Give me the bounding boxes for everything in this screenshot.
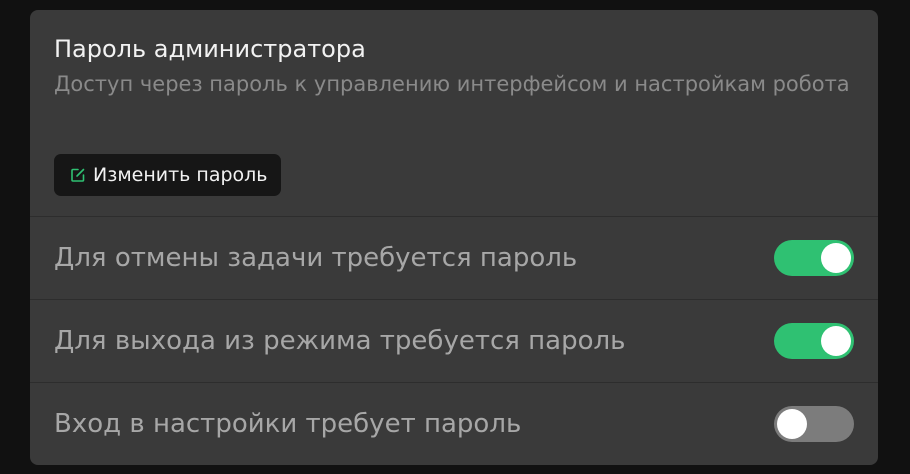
card-description: Доступ через пароль к управлению интерфе… (54, 72, 850, 96)
admin-password-card: Пароль администратора Доступ через парол… (30, 10, 878, 465)
toggle-knob (821, 243, 851, 273)
toggle-knob (777, 409, 807, 439)
setting-row-cancel-task: Для отмены задачи требуется пароль (30, 216, 878, 299)
setting-label: Для отмены задачи требуется пароль (54, 243, 578, 273)
card-title: Пароль администратора (54, 35, 366, 63)
setting-label: Для выхода из режима требуется пароль (54, 326, 626, 356)
toggle-knob (821, 326, 851, 356)
exit-mode-password-toggle[interactable] (774, 323, 854, 359)
setting-row-exit-mode: Для выхода из режима требуется пароль (30, 299, 878, 382)
card-header: Пароль администратора Доступ через парол… (54, 32, 854, 101)
change-password-button[interactable]: Изменить пароль (54, 154, 281, 196)
cancel-task-password-toggle[interactable] (774, 240, 854, 276)
change-password-label: Изменить пароль (93, 164, 268, 186)
edit-icon (69, 166, 87, 184)
setting-label: Вход в настройки требует пароль (54, 409, 522, 439)
settings-access-password-toggle[interactable] (774, 406, 854, 442)
setting-row-settings-access: Вход в настройки требует пароль (30, 382, 878, 465)
